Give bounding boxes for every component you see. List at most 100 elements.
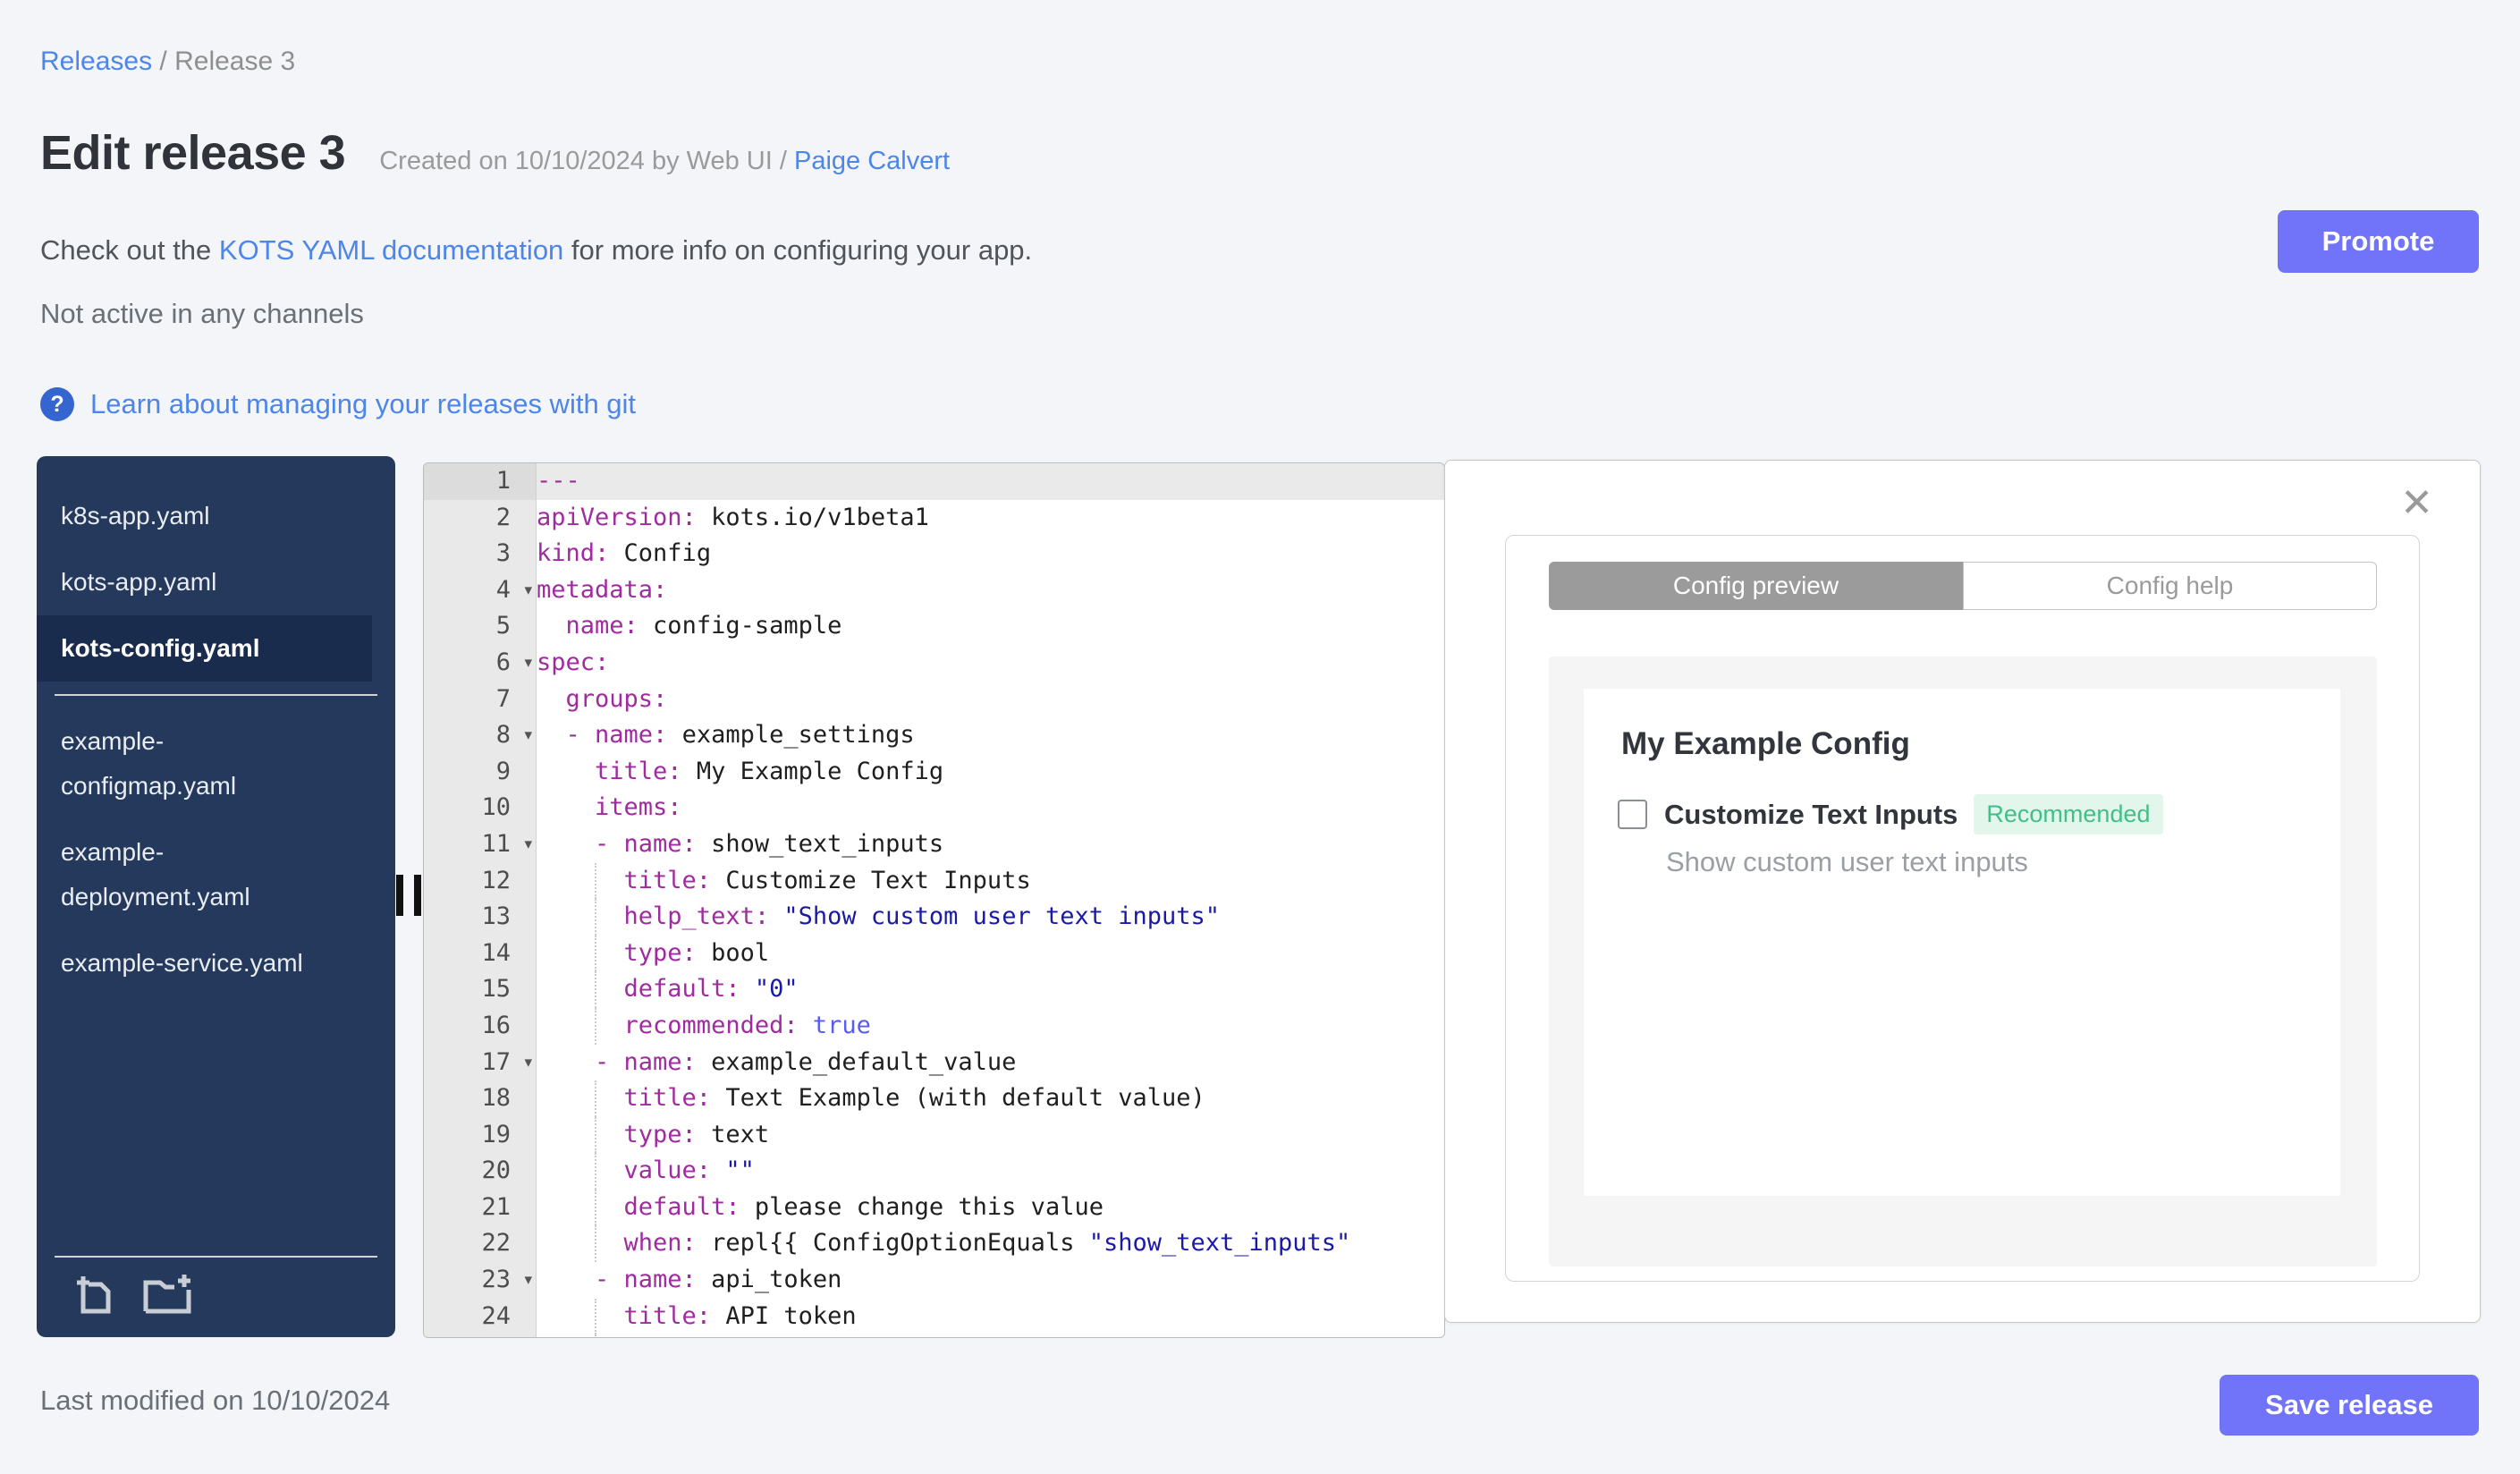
code-line-11: - name: show_text_inputs <box>537 829 944 858</box>
file-item-kots-config.yaml[interactable]: kots-config.yaml <box>37 615 372 682</box>
breadcrumb-releases-link[interactable]: Releases <box>40 47 152 76</box>
breadcrumb-current: Release 3 <box>174 47 296 76</box>
git-help-link-row[interactable]: ? Learn about managing your releases wit… <box>40 387 636 421</box>
preview-card: Config preview Config help My Example Con… <box>1505 535 2420 1282</box>
gutter-line-22: 22 <box>481 1229 511 1258</box>
gutter-line-17: 17 ▾ <box>424 1045 536 1081</box>
gutter-line-15: 15 <box>481 975 511 1004</box>
gutter-line-20: 20 <box>481 1156 511 1185</box>
code-line-12: title: Customize Text Inputs <box>537 862 1444 900</box>
file-item-kots-app.yaml[interactable]: kots-app.yaml <box>37 549 329 615</box>
indent-guide <box>595 862 596 900</box>
new-file-button[interactable] <box>74 1272 117 1321</box>
intro-pre: Check out the <box>40 234 219 266</box>
kots-yaml-docs-link[interactable]: KOTS YAML documentation <box>219 234 563 266</box>
yaml-code-editor[interactable]: 1 2 3 4 ▾ 5 6 ▾ 7 8 ▾ 9 10 11 ▾ 12 13 14 15 16 17 ▾ 18 19 20 21 22… <box>423 462 1445 1338</box>
file-sidebar: k8s-app.yaml kots-app.yaml kots-config.yam… <box>37 456 395 1337</box>
fold-arrow-icon[interactable]: ▾ <box>524 572 532 609</box>
breadcrumb-separator: / <box>152 47 175 76</box>
gutter-line-4: 4 ▾ <box>424 572 536 609</box>
config-item-row: Customize Text Inputs Recommended <box>1618 794 2163 834</box>
gutter-line-7: 7 <box>495 684 511 713</box>
handle-bar <box>396 875 403 916</box>
code-line-15: default: "0" <box>537 971 1444 1008</box>
gutter-line-8: 8 ▾ <box>424 717 536 754</box>
config-preview-panel: ✕ Config preview Config help My Example C… <box>1444 460 2481 1323</box>
gutter-line-23: 23 ▾ <box>424 1262 536 1299</box>
indent-guide <box>595 1225 596 1263</box>
editor-code[interactable]: --- apiVersion: kots.io/v1beta1 kind: Conf… <box>537 463 1444 1337</box>
code-line-5: name: config-sample <box>537 612 842 640</box>
code-line-24: title: API token <box>537 1298 1444 1335</box>
save-release-button[interactable]: Save release <box>2220 1375 2479 1436</box>
gutter-line-18: 18 <box>481 1084 511 1113</box>
indent-guide <box>595 1298 596 1335</box>
promote-button[interactable]: Promote <box>2278 210 2479 273</box>
author-link[interactable]: Paige Calvert <box>794 147 950 175</box>
intro-text: Check out the KOTS YAML documentation fo… <box>40 234 1032 267</box>
file-list: k8s-app.yaml kots-app.yaml kots-config.yam… <box>37 483 395 996</box>
question-mark-icon: ? <box>40 387 74 421</box>
gutter-line-3: 3 <box>495 539 511 568</box>
config-group-title: My Example Config <box>1621 726 1910 761</box>
code-line-1: --- <box>537 463 1444 500</box>
folder-plus-icon <box>143 1275 191 1314</box>
editor-gutter: 1 2 3 4 ▾ 5 6 ▾ 7 8 ▾ 9 10 11 ▾ 12 13 14 15 16 17 ▾ 18 19 20 21 22… <box>424 463 537 1337</box>
gutter-line-1: 1 <box>424 463 536 500</box>
tab-config-help[interactable]: Config help <box>1963 562 2377 610</box>
git-help-link[interactable]: Learn about managing your releases with … <box>90 388 636 420</box>
channel-status: Not active in any channels <box>40 298 364 329</box>
gutter-line-14: 14 <box>481 938 511 967</box>
customize-text-inputs-checkbox[interactable] <box>1618 800 1647 829</box>
code-line-10: items: <box>537 793 682 822</box>
code-line-7: groups: <box>537 684 668 713</box>
code-line-18: title: Text Example (with default value) <box>537 1080 1444 1117</box>
gutter-line-10: 10 <box>481 793 511 822</box>
gutter-line-11: 11 ▾ <box>424 826 536 863</box>
code-line-19: type: text <box>537 1116 1444 1154</box>
gutter-line-2: 2 <box>495 503 511 531</box>
code-line-2: apiVersion: kots.io/v1beta1 <box>537 503 929 531</box>
code-line-8: - name: example_settings <box>537 721 915 750</box>
gutter-line-19: 19 <box>481 1120 511 1148</box>
breadcrumb: Releases / Release 3 <box>40 47 295 77</box>
gutter-line-16: 16 <box>481 1011 511 1039</box>
code-line-23: - name: api_token <box>537 1266 842 1294</box>
gutter-line-5: 5 <box>495 612 511 640</box>
fold-arrow-icon[interactable]: ▾ <box>524 645 532 682</box>
fold-arrow-icon[interactable]: ▾ <box>524 1045 532 1081</box>
fold-arrow-icon[interactable]: ▾ <box>524 1262 532 1299</box>
code-line-25: type: password <box>537 1334 1444 1337</box>
code-line-16: recommended: true <box>537 1007 1444 1045</box>
code-line-20: value: "" <box>537 1153 1444 1190</box>
close-icon[interactable]: ✕ <box>2400 484 2433 523</box>
indent-guide <box>595 1007 596 1045</box>
indent-guide <box>595 1116 596 1154</box>
gutter-line-21: 21 <box>481 1192 511 1221</box>
config-item-label: Customize Text Inputs <box>1664 798 1958 830</box>
code-line-21: default: please change this value <box>537 1189 1444 1226</box>
new-folder-button[interactable] <box>142 1272 194 1321</box>
gutter-line-24: 24 <box>481 1301 511 1330</box>
file-item-example-configmap.yaml[interactable]: example-configmap.yaml <box>37 708 329 819</box>
fold-arrow-icon[interactable]: ▾ <box>524 826 532 863</box>
indent-guide <box>595 1334 596 1337</box>
fold-arrow-icon[interactable]: ▾ <box>524 717 532 754</box>
gutter-line-13: 13 <box>481 902 511 931</box>
tab-config-preview[interactable]: Config preview <box>1549 562 1963 610</box>
file-item-k8s-app.yaml[interactable]: k8s-app.yaml <box>37 483 329 549</box>
indent-guide <box>595 1080 596 1117</box>
code-line-13: help_text: "Show custom user text inputs… <box>537 899 1444 936</box>
file-item-example-service.yaml[interactable]: example-service.yaml <box>37 930 329 996</box>
created-text: Created on 10/10/2024 by Web UI / <box>379 147 794 175</box>
code-line-3: kind: Config <box>537 539 712 568</box>
intro-post: for more info on configuring your app. <box>563 234 1033 266</box>
code-line-17: - name: example_default_value <box>537 1047 1017 1076</box>
file-list-divider <box>55 694 377 696</box>
code-line-6: spec: <box>537 648 610 676</box>
recommended-badge: Recommended <box>1974 794 2163 834</box>
resize-handle-left[interactable] <box>396 875 423 916</box>
file-item-example-deployment.yaml[interactable]: example-deployment.yaml <box>37 819 329 930</box>
code-line-14: type: bool <box>537 935 1444 972</box>
page-title: Edit release 3 <box>40 126 346 180</box>
